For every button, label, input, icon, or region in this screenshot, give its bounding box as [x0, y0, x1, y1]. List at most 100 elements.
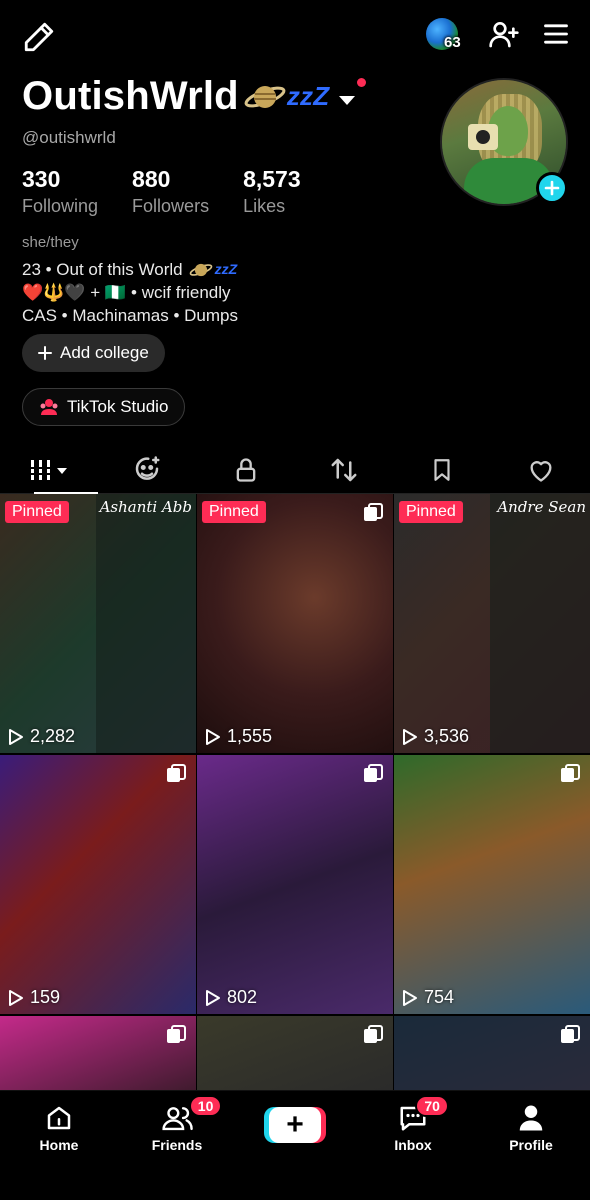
tiktok-studio-label: TikTok Studio	[67, 397, 169, 416]
top-bar: 63	[0, 14, 590, 58]
bio: 23 • Out of this World zzZ ❤️🔱🖤 + 🇳🇬 • w…	[22, 258, 238, 327]
bookmark-icon	[434, 458, 451, 481]
bio-emojis: ❤️🔱🖤 + 🇳🇬	[22, 283, 127, 302]
video-thumbnail[interactable]: 802	[197, 755, 393, 1014]
play-icon	[206, 989, 220, 1006]
reposts-face-icon	[136, 455, 160, 480]
tiktok-studio-button[interactable]: TikTok Studio	[22, 388, 186, 426]
bio-line-2-text: • wcif friendly	[131, 283, 231, 302]
studio-people-icon	[40, 399, 58, 415]
play-icon	[403, 728, 417, 745]
heart-icon	[530, 460, 552, 482]
photo-carousel-icon	[364, 764, 383, 782]
tab-videos[interactable]	[0, 446, 99, 494]
nav-home-label: Home	[39, 1137, 79, 1153]
tab-favorites[interactable]	[393, 446, 491, 493]
grid-icon	[31, 459, 68, 480]
bio-line-2: ❤️🔱🖤 + 🇳🇬 • wcif friendly	[22, 281, 238, 304]
play-icon	[206, 728, 220, 745]
nav-inbox-label: Inbox	[394, 1137, 432, 1153]
pinned-badge: Pinned	[5, 501, 69, 523]
bio-line-3: CAS • Machinamas • Dumps	[22, 306, 238, 325]
username-handle: @outishwrld	[22, 128, 116, 147]
video-thumbnail[interactable]: 754	[394, 755, 590, 1014]
following-count: 330	[22, 166, 61, 192]
chevron-down-icon[interactable]	[339, 96, 356, 105]
video-thumbnail[interactable]: Pinned 1,555	[197, 494, 393, 753]
friends-badge: 10	[188, 1095, 223, 1117]
profile-avatar[interactable]	[440, 78, 568, 206]
profile-icon	[519, 1105, 543, 1131]
view-count: 1,555	[205, 726, 272, 747]
add-story-button[interactable]	[536, 172, 568, 204]
tab-reposts[interactable]	[295, 446, 393, 493]
followers-label: Followers	[132, 196, 210, 216]
likes-count: 8,573	[243, 166, 301, 192]
photo-carousel-icon	[561, 764, 580, 782]
view-count: 754	[402, 987, 454, 1008]
hamburger-menu-icon	[544, 23, 568, 44]
photo-carousel-icon	[167, 764, 186, 782]
thumbnail-title: Ashanti Abb	[99, 498, 192, 516]
bio-line-1: 23 • Out of this World zzZ	[22, 258, 238, 281]
view-count: 2,282	[8, 726, 75, 747]
nav-profile[interactable]: Profile	[472, 1091, 590, 1200]
video-thumbnail[interactable]	[0, 1016, 196, 1096]
home-icon	[47, 1106, 71, 1130]
pronouns: she/they	[22, 234, 79, 251]
friends-activity-badge[interactable]: 63	[426, 16, 466, 56]
video-thumbnail[interactable]: 159	[0, 755, 196, 1014]
edit-profile-button[interactable]	[22, 20, 56, 54]
plus-icon	[38, 346, 52, 360]
followers-stat[interactable]: 880 Followers	[132, 166, 209, 217]
thumbnail-title: Andre Sean	[497, 498, 586, 516]
pinned-badge: Pinned	[399, 501, 463, 523]
followers-count: 880	[132, 166, 171, 192]
saturn-icon	[244, 85, 286, 108]
menu-button[interactable]	[542, 20, 570, 53]
tab-private[interactable]	[197, 446, 295, 493]
video-grid: Ashanti Abb Pinned 2,282 Pinned 1,555 An…	[0, 494, 590, 1096]
lock-icon	[236, 457, 256, 482]
nav-inbox[interactable]: 70 Inbox	[354, 1091, 472, 1200]
bottom-nav: Home 10 Friends + 70 Inbox Profile	[0, 1090, 590, 1200]
add-user-icon	[489, 21, 519, 47]
nav-friends-label: Friends	[151, 1137, 203, 1153]
repost-icon	[331, 458, 357, 481]
plus-icon	[544, 180, 560, 196]
video-thumbnail[interactable]: Ashanti Abb Pinned 2,282	[0, 494, 196, 753]
play-icon	[9, 989, 23, 1006]
photo-carousel-icon	[364, 1025, 383, 1043]
zzz-decoration: zzZ	[286, 81, 330, 111]
tab-liked[interactable]	[492, 446, 590, 493]
video-thumbnail[interactable]	[394, 1016, 590, 1096]
inbox-badge: 70	[415, 1095, 449, 1117]
tab-reposts-face[interactable]	[98, 446, 196, 493]
add-friend-button[interactable]	[488, 18, 520, 55]
camera-icon	[468, 124, 498, 150]
view-count: 3,536	[402, 726, 469, 747]
display-name-row[interactable]: OutishWrld zzZ	[22, 74, 367, 119]
add-college-button[interactable]: Add college	[22, 334, 165, 372]
photo-carousel-icon	[561, 1025, 580, 1043]
zzz-decoration: zzZ	[214, 261, 238, 277]
name-decoration: zzZ	[243, 79, 329, 115]
display-name: OutishWrld	[22, 74, 239, 118]
content-tabs	[0, 446, 590, 494]
nav-home[interactable]: Home	[0, 1091, 118, 1200]
following-stat[interactable]: 330 Following	[22, 166, 98, 217]
play-icon	[403, 989, 417, 1006]
create-button[interactable]: +	[264, 1107, 326, 1143]
video-thumbnail[interactable]: Andre Sean Pinned 3,536	[394, 494, 590, 753]
view-count: 159	[8, 987, 60, 1008]
nav-create[interactable]: +	[236, 1091, 354, 1200]
nav-profile-label: Profile	[509, 1137, 553, 1153]
bio-line-1-text: 23 • Out of this World	[22, 260, 183, 279]
play-icon	[9, 728, 23, 745]
profile-stats: 330 Following 880 Followers 8,573 Likes	[22, 166, 301, 217]
saturn-icon	[189, 263, 212, 276]
nav-friends[interactable]: 10 Friends	[118, 1091, 236, 1200]
notification-dot	[357, 78, 367, 87]
likes-stat[interactable]: 8,573 Likes	[243, 166, 301, 217]
video-thumbnail[interactable]	[197, 1016, 393, 1096]
